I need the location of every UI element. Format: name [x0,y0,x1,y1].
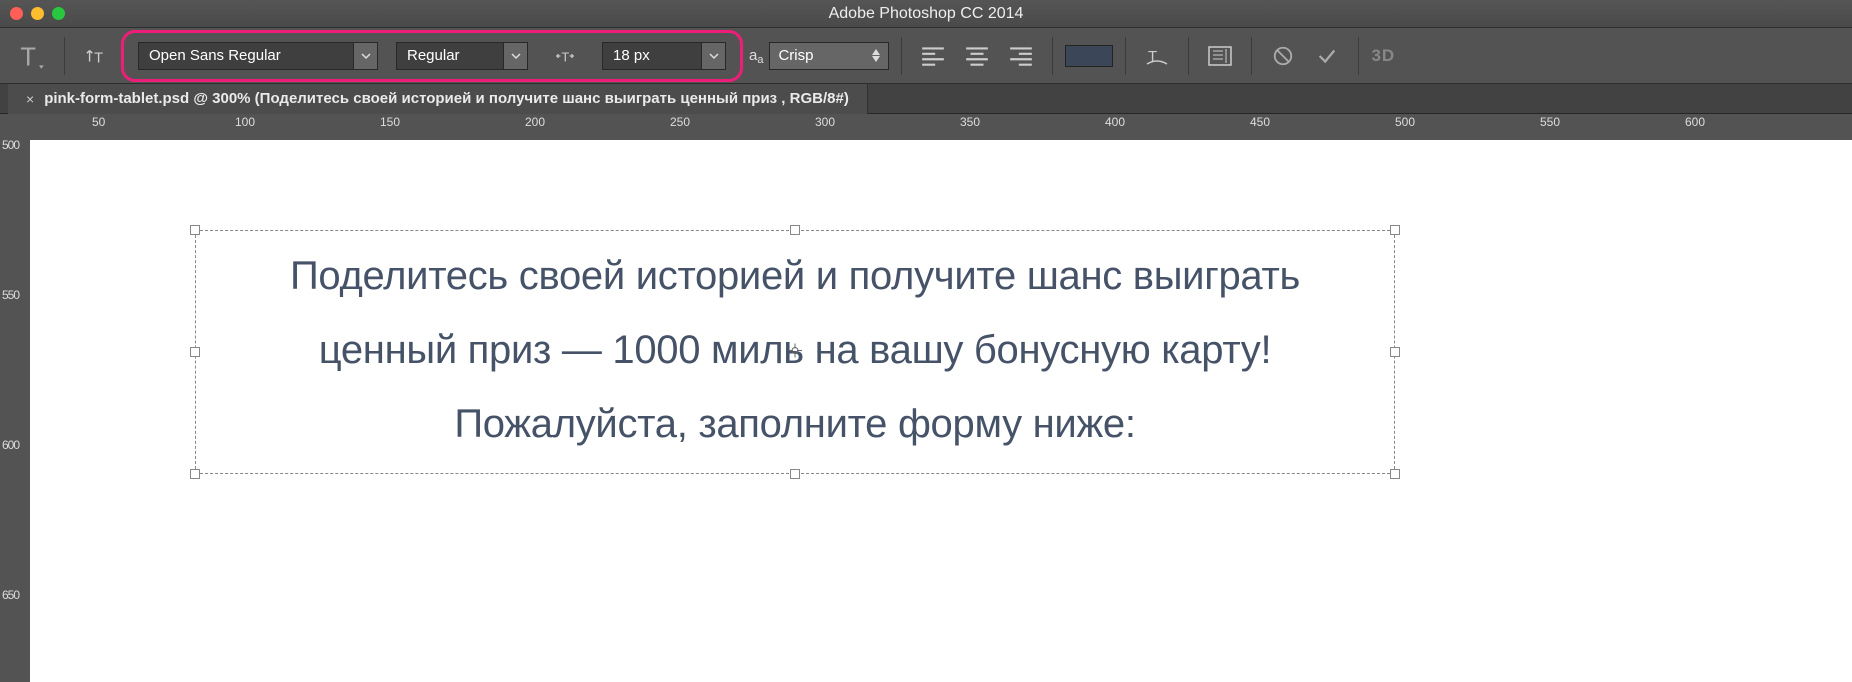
divider [1358,37,1359,75]
ruler-mark: 100 [235,115,255,129]
document-tab-strip: × pink-form-tablet.psd @ 300% (Поделитес… [0,84,1852,114]
svg-text:T: T [20,43,36,70]
font-style-dropdown[interactable]: Regular [396,42,528,70]
text-bounding-box[interactable]: Поделитесь своей историей и получите шан… [195,230,1395,474]
ruler-mark: 300 [815,115,835,129]
window-title-bar: Adobe Photoshop CC 2014 [0,0,1852,28]
svg-text:T: T [94,50,103,66]
text-color-swatch[interactable] [1065,45,1113,67]
vertical-ruler[interactable]: 500 550 600 650 [0,114,30,682]
divider [901,37,902,75]
ruler-mark: 500 [2,140,16,151]
font-size-dropdown[interactable]: 18 px [602,42,726,70]
ruler-mark: 50 [92,115,105,129]
ruler-mark: 550 [1540,115,1560,129]
divider [1251,37,1252,75]
resize-handle[interactable] [1390,469,1400,479]
font-style-value: Regular [396,42,504,70]
center-anchor-icon[interactable] [788,344,802,361]
align-left-button[interactable] [914,41,952,71]
app-title: Adobe Photoshop CC 2014 [829,5,1024,23]
ruler-mark: 650 [2,590,16,601]
resize-handle[interactable] [790,469,800,479]
ruler-mark: 550 [2,290,16,301]
divider [64,37,65,75]
3d-button[interactable]: 3D [1371,46,1395,66]
close-window-button[interactable] [10,7,23,20]
document-tab-title: pink-form-tablet.psd @ 300% (Поделитесь … [44,90,849,107]
commit-button[interactable] [1308,41,1346,71]
resize-handle[interactable] [790,225,800,235]
chevron-down-icon [702,42,726,70]
cancel-button[interactable] [1264,41,1302,71]
chevron-down-icon [354,42,378,70]
canvas-column: 50 100 150 200 250 300 350 400 450 500 5… [30,114,1852,682]
character-panel-button[interactable] [1201,41,1239,71]
divider [1125,37,1126,75]
stepper-arrows-icon [872,49,880,62]
ruler-mark: 450 [1250,115,1270,129]
ruler-mark: 150 [380,115,400,129]
svg-text:T: T [561,49,569,64]
font-family-value: Open Sans Regular [138,42,354,70]
ruler-mark: 200 [525,115,545,129]
ruler-mark: 600 [2,440,16,451]
text-line: Поделитесь своей историей и получите шан… [210,239,1380,313]
warp-text-button[interactable]: T [1138,41,1176,71]
options-bar: T T Open Sans Regular Regular T 18 px aa… [0,28,1852,84]
divider [1052,37,1053,75]
text-line: Пожалуйста, заполните форму ниже: [210,387,1380,461]
resize-handle[interactable] [190,469,200,479]
window-controls [10,7,65,20]
font-size-value: 18 px [602,42,702,70]
ruler-mark: 350 [960,115,980,129]
antialias-label: aa [749,47,763,64]
text-orientation-toggle[interactable]: T [77,41,115,71]
close-tab-icon[interactable]: × [26,91,34,107]
maximize-window-button[interactable] [52,7,65,20]
ruler-mark: 400 [1105,115,1125,129]
align-center-button[interactable] [958,41,996,71]
tool-preset-button[interactable]: T [12,36,52,76]
ruler-mark: 600 [1685,115,1705,129]
antialias-dropdown[interactable]: Crisp [769,42,889,70]
resize-handle[interactable] [190,225,200,235]
antialias-value: Crisp [778,47,813,64]
divider [1188,37,1189,75]
document-tab[interactable]: × pink-form-tablet.psd @ 300% (Поделитес… [8,84,868,114]
font-controls-highlight: Open Sans Regular Regular T 18 px [121,30,743,82]
resize-handle[interactable] [190,347,200,357]
chevron-down-icon [504,42,528,70]
ruler-mark: 500 [1395,115,1415,129]
font-size-icon[interactable]: T [546,41,584,71]
work-area: 500 550 600 650 50 100 150 200 250 300 3… [0,114,1852,682]
ruler-mark: 250 [670,115,690,129]
align-right-button[interactable] [1002,41,1040,71]
resize-handle[interactable] [1390,225,1400,235]
horizontal-ruler[interactable]: 50 100 150 200 250 300 350 400 450 500 5… [30,114,1852,140]
canvas[interactable]: Поделитесь своей историей и получите шан… [30,140,1852,682]
minimize-window-button[interactable] [31,7,44,20]
font-family-dropdown[interactable]: Open Sans Regular [138,42,378,70]
resize-handle[interactable] [1390,347,1400,357]
